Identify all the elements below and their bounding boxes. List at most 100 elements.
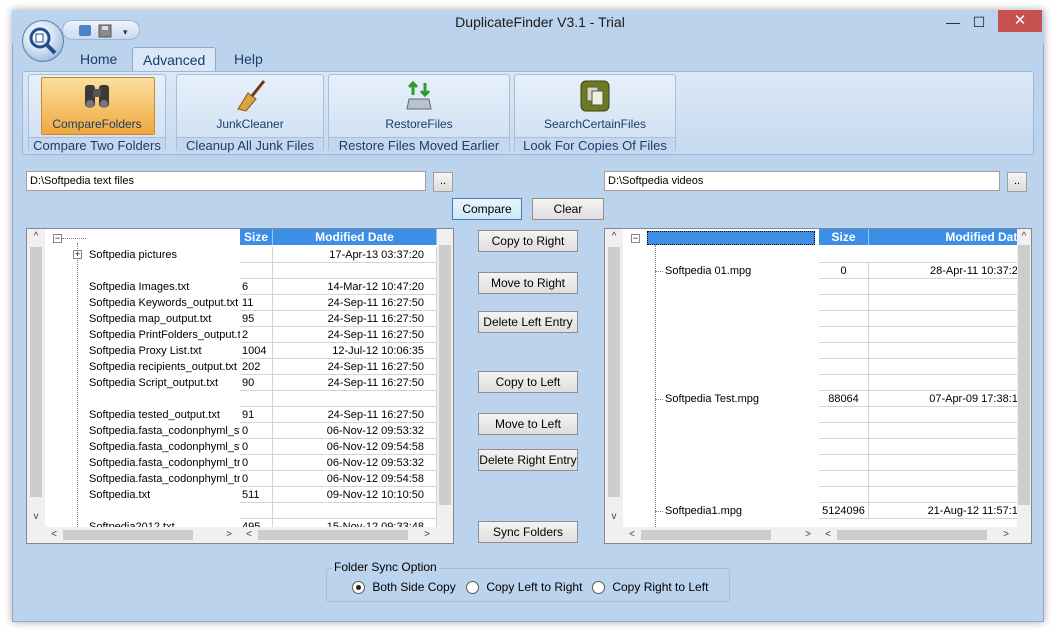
scroll-right-icon[interactable]: >	[420, 529, 434, 540]
modified-date-cell	[869, 295, 1017, 311]
sync-option-both-side[interactable]: Both Side Copy	[352, 580, 456, 595]
tree-line	[655, 399, 663, 400]
scroll-thumb[interactable]	[30, 247, 42, 497]
tree-file-item[interactable]: Softpedia tested_output.txt	[89, 407, 220, 423]
scroll-down-icon[interactable]: v	[607, 511, 621, 522]
move-to-right-button[interactable]: Move to Right	[478, 272, 578, 294]
tab-home[interactable]: Home	[70, 47, 127, 71]
modified-date-cell	[869, 455, 1017, 471]
modified-date-cell: 06-Nov-12 09:53:32	[273, 455, 437, 471]
left-size-column-header[interactable]: Size	[240, 229, 273, 245]
modified-date-cell	[869, 359, 1017, 375]
right-grid-horizontal-scrollbar[interactable]: < >	[819, 527, 1031, 543]
delete-right-entry-button[interactable]: Delete Right Entry	[478, 449, 578, 471]
scroll-thumb[interactable]	[258, 530, 408, 540]
modified-date-cell	[273, 391, 437, 407]
size-cell	[819, 295, 869, 311]
right-tree-vertical-scrollbar[interactable]: ^ v	[605, 229, 623, 527]
scroll-left-icon[interactable]: <	[821, 529, 835, 540]
move-to-left-button[interactable]: Move to Left	[478, 413, 578, 435]
scroll-down-icon[interactable]: v	[29, 511, 43, 522]
size-cell	[819, 407, 869, 423]
sync-folders-button[interactable]: Sync Folders	[478, 521, 578, 543]
scroll-thumb[interactable]	[439, 245, 451, 505]
tree-file-item[interactable]: Softpedia.fasta_codonphyml_stats	[89, 423, 240, 439]
tree-file-item[interactable]: Softpedia Keywords_output.txt	[89, 295, 238, 311]
copy-to-left-button[interactable]: Copy to Left	[478, 371, 578, 393]
size-cell: 202	[240, 359, 273, 375]
sync-option-left-to-right[interactable]: Copy Left to Right	[466, 580, 582, 595]
tree-file-item[interactable]: Softpedia.txt	[89, 487, 150, 503]
left-grid-horizontal-scrollbar[interactable]: < >	[240, 527, 453, 543]
left-folder-path-input[interactable]	[26, 171, 426, 191]
scroll-left-icon[interactable]: <	[47, 529, 61, 540]
left-tree-horizontal-scrollbar[interactable]: < >	[27, 527, 240, 543]
tab-help[interactable]: Help	[224, 47, 273, 71]
restore-files-label: RestoreFiles	[385, 117, 453, 131]
left-modified-column-header[interactable]: Modified Date	[273, 229, 437, 245]
radio-icon[interactable]	[592, 581, 605, 595]
tree-file-item[interactable]: Softpedia recipients_output.txt	[89, 359, 237, 375]
scroll-right-icon[interactable]: >	[999, 529, 1013, 540]
right-size-column-header[interactable]: Size	[819, 229, 869, 245]
scroll-left-icon[interactable]: <	[242, 529, 256, 540]
tree-file-item[interactable]: Softpedia Images.txt	[89, 279, 189, 295]
ribbon-group-search[interactable]: SearchCertainFiles Look For Copies Of Fi…	[514, 74, 676, 153]
size-cell	[819, 439, 869, 455]
tab-advanced[interactable]: Advanced	[132, 47, 217, 71]
sync-option-right-to-left[interactable]: Copy Right to Left	[592, 580, 708, 595]
scroll-thumb[interactable]	[641, 530, 771, 540]
radio-checked-icon[interactable]	[352, 581, 365, 595]
tree-file-item[interactable]: Softpedia.fasta_codonphyml_stats	[89, 439, 240, 455]
size-cell	[819, 279, 869, 295]
close-button[interactable]: ✕	[998, 10, 1042, 32]
tree-file-item[interactable]: Softpedia Proxy List.txt	[89, 343, 202, 359]
ribbon-group-restore[interactable]: RestoreFiles Restore Files Moved Earlier	[328, 74, 510, 153]
maximize-button[interactable]: ☐	[964, 12, 994, 32]
scroll-right-icon[interactable]: >	[801, 529, 815, 540]
right-modified-column-header[interactable]: Modified Date	[869, 229, 1017, 245]
modified-date-cell: 17-Apr-13 03:37:20	[273, 247, 437, 263]
scroll-up-icon[interactable]: ^	[607, 231, 621, 242]
scroll-left-icon[interactable]: <	[625, 529, 639, 540]
tree-file-item[interactable]: Softpedia.fasta_codonphyml_tree	[89, 471, 240, 487]
tree-file-item[interactable]: Softpedia2012.txt	[89, 519, 175, 527]
right-folder-path-input[interactable]	[604, 171, 1000, 191]
compare-button[interactable]: Compare	[452, 198, 522, 220]
clear-button[interactable]: Clear	[532, 198, 604, 220]
folder-sync-option-title: Folder Sync Option	[332, 560, 439, 574]
radio-icon[interactable]	[466, 581, 479, 595]
left-browse-button[interactable]: ..	[433, 172, 453, 192]
ribbon-group-junk[interactable]: JunkCleaner Cleanup All Junk Files	[176, 74, 324, 153]
tree-file-item[interactable]: Softpedia map_output.txt	[89, 311, 211, 327]
scroll-thumb[interactable]	[63, 530, 193, 540]
right-file-panel: ^ v − Softpedia 01.mpg Softpedia Test.mpg…	[604, 228, 1032, 544]
app-logo-icon[interactable]	[22, 20, 64, 62]
modified-date-cell	[869, 487, 1017, 503]
right-browse-button[interactable]: ..	[1007, 172, 1027, 192]
scroll-thumb[interactable]	[1018, 245, 1030, 505]
expand-icon[interactable]: +	[73, 250, 82, 259]
tree-file-item[interactable]: Softpedia1.mpg	[665, 503, 742, 519]
scroll-up-icon[interactable]: ^	[29, 231, 43, 242]
scroll-right-icon[interactable]: >	[222, 529, 236, 540]
copy-to-right-button[interactable]: Copy to Right	[478, 230, 578, 252]
scroll-thumb[interactable]	[608, 247, 620, 497]
scroll-thumb[interactable]	[837, 530, 987, 540]
left-grid-vertical-scrollbar[interactable]	[437, 229, 453, 527]
left-tree-vertical-scrollbar[interactable]: ^ v	[27, 229, 45, 527]
selected-tree-node[interactable]	[647, 231, 815, 245]
scroll-up-icon[interactable]: ^	[1017, 231, 1031, 242]
tree-file-item[interactable]: Softpedia.fasta_codonphyml_tree	[89, 455, 240, 471]
tree-file-item[interactable]: Softpedia 01.mpg	[665, 263, 751, 279]
right-grid-vertical-scrollbar[interactable]: ^	[1017, 229, 1031, 527]
collapse-icon[interactable]: −	[53, 234, 62, 243]
delete-left-entry-button[interactable]: Delete Left Entry	[478, 311, 578, 333]
left-folder-tree: − + Softpedia pictures Softpedia Images.t…	[45, 229, 240, 527]
tree-file-item[interactable]: Softpedia Script_output.txt	[89, 375, 218, 391]
tree-folder-item[interactable]: Softpedia pictures	[89, 247, 177, 263]
tree-file-item[interactable]: Softpedia Test.mpg	[665, 391, 759, 407]
tree-file-item[interactable]: Softpedia PrintFolders_output.txt	[89, 327, 240, 343]
collapse-icon[interactable]: −	[631, 234, 640, 243]
right-tree-horizontal-scrollbar[interactable]: < >	[605, 527, 819, 543]
